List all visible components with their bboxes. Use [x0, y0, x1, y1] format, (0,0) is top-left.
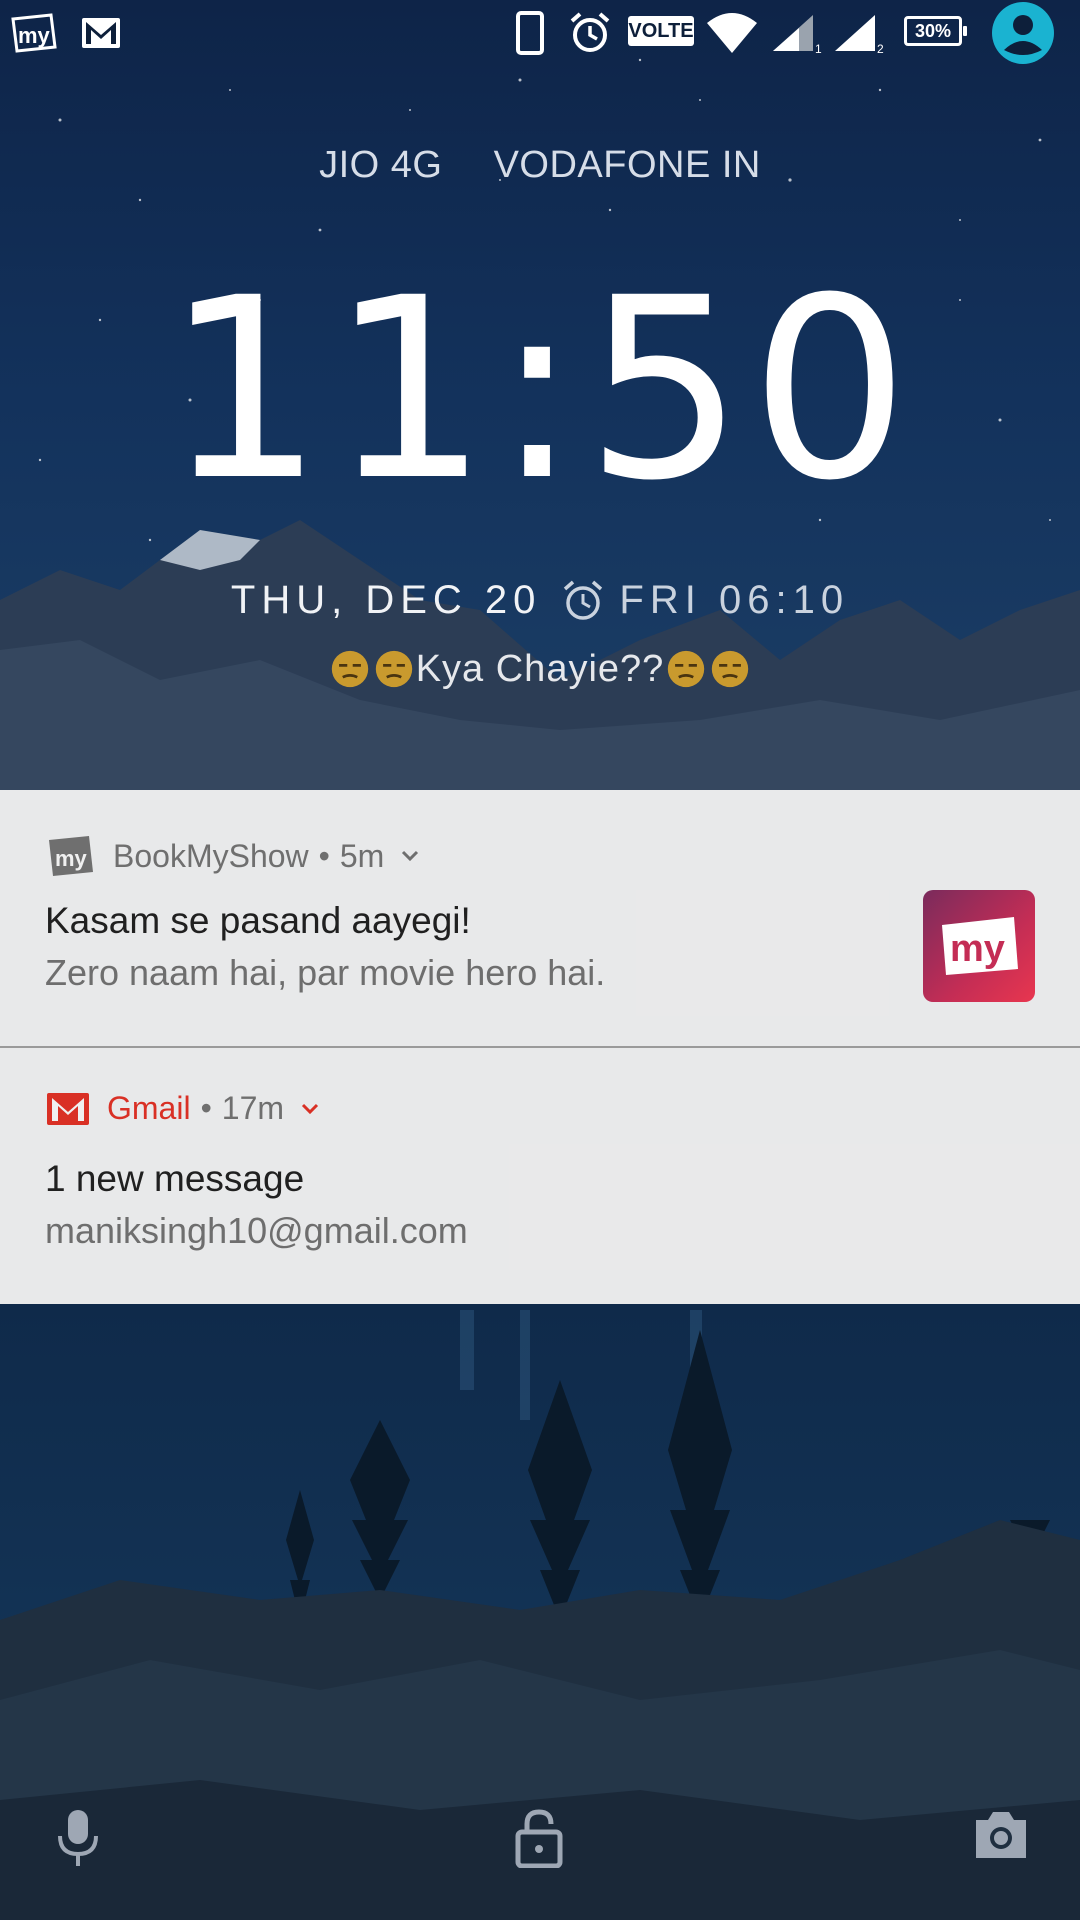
notification-header: my BookMyShow • 5m — [45, 832, 422, 880]
notification-header: Gmail • 17m — [45, 1090, 322, 1127]
notification-time: 17m — [221, 1090, 285, 1126]
unamused-face-icon — [375, 650, 412, 688]
clock-colon: : — [494, 244, 586, 535]
clock-hours: 11 — [164, 244, 495, 535]
gmail-icon — [47, 1092, 89, 1125]
next-alarm-time: FRI 06:10 — [619, 578, 850, 622]
signal-2-icon: 2 — [830, 8, 888, 58]
separator: • — [200, 1090, 212, 1126]
separator: • — [318, 837, 330, 874]
date-text: THU, DEC 20 — [230, 578, 542, 622]
microphone-icon[interactable] — [54, 1808, 102, 1873]
lockscreen-clock: 11:50 — [0, 250, 1080, 530]
owner-info: Kya Chayie?? — [0, 648, 1080, 691]
notification-bookmyshow[interactable]: my BookMyShow • 5m Kasam se pasand aayeg… — [0, 790, 1080, 1046]
unamused-face-icon — [668, 650, 705, 688]
gmail-icon — [78, 8, 124, 58]
chevron-down-icon[interactable] — [298, 1097, 322, 1121]
svg-text:2: 2 — [877, 42, 884, 55]
bookmyshow-icon: my — [49, 836, 93, 876]
battery-icon: 30% — [904, 16, 967, 46]
owner-info-text: Kya Chayie?? — [415, 648, 665, 690]
user-avatar-icon[interactable] — [990, 2, 1056, 64]
svg-text:my: my — [18, 23, 51, 48]
clock-minutes: 50 — [585, 244, 916, 535]
notification-gmail[interactable]: Gmail • 17m 1 new message maniksingh10@g… — [0, 1048, 1080, 1304]
chevron-down-icon[interactable] — [398, 844, 422, 868]
notification-title: 1 new message — [45, 1158, 305, 1199]
status-bar: my VOLTE 1 2 30% — [0, 0, 1080, 66]
camera-icon[interactable] — [972, 1808, 1030, 1865]
carrier-1: JIO 4G — [319, 144, 443, 186]
bookmyshow-large-icon: my — [923, 890, 1035, 1002]
notification-app-name: BookMyShow — [113, 837, 309, 874]
notification-app-name: Gmail — [107, 1090, 191, 1126]
carrier-info: JIO 4G VODAFONE IN — [0, 144, 1080, 187]
alarm-icon — [564, 580, 603, 620]
lock-icon[interactable] — [514, 1808, 564, 1873]
svg-text:my: my — [950, 928, 1005, 970]
carrier-2: VODAFONE IN — [493, 144, 761, 186]
svg-text:my: my — [55, 846, 88, 871]
unamused-face-icon — [331, 650, 368, 688]
unamused-face-icon — [712, 650, 749, 688]
next-alarm[interactable]: FRI 06:10 — [561, 578, 849, 623]
date-line: THU, DEC 20 FRI 06:10 — [0, 578, 1080, 623]
notification-title: Kasam se pasand aayegi! — [45, 900, 471, 941]
wifi-icon — [704, 8, 760, 58]
svg-text:1: 1 — [815, 42, 822, 55]
signal-1-icon: 1 — [768, 8, 824, 58]
alarm-icon — [566, 8, 614, 58]
notification-text: maniksingh10@gmail.com — [45, 1210, 468, 1251]
notification-text: Zero naam hai, par movie hero hai. — [45, 952, 606, 993]
bookmyshow-icon: my — [8, 8, 60, 58]
notification-time: 5m — [339, 837, 385, 874]
volte-badge: VOLTE — [628, 16, 694, 46]
phone-icon — [512, 8, 548, 58]
